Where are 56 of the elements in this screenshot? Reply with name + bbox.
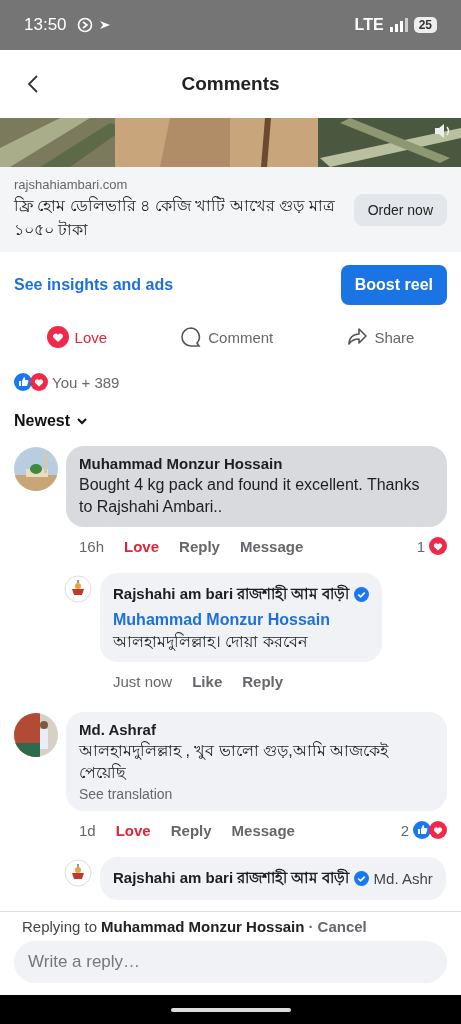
replying-to-label: Replying to (22, 918, 98, 935)
reply-input-field[interactable]: Write a reply… (14, 941, 447, 983)
love-action-button[interactable]: Love (40, 322, 114, 352)
see-translation-link[interactable]: See translation (79, 786, 434, 802)
page-title: Comments (181, 73, 280, 95)
mention-link[interactable]: Muhammad Monzur Hossain (113, 611, 369, 629)
comment-time: 1d (79, 821, 96, 839)
reply-author[interactable]: Rajshahi am bari রাজশাহী আম বাড়ী (113, 582, 349, 607)
comment-action-link[interactable]: Message (231, 821, 295, 839)
comment-author[interactable]: Md. Ashraf (79, 721, 434, 738)
mention-link[interactable]: Md. Ashr (373, 870, 433, 887)
comment-action-link[interactable]: Reply (179, 537, 220, 555)
share-action-button[interactable]: Share (340, 322, 421, 352)
reply-author[interactable]: Rajshahi am bari রাজশাহী আম বাড়ী (113, 866, 349, 891)
comment-author[interactable]: Muhammad Monzur Hossain (79, 455, 434, 472)
reply-text: আলহামদুলিল্লাহ। দোয়া করবেন (113, 631, 309, 653)
comment-icon[interactable] (180, 326, 203, 348)
like-reaction-icon (413, 821, 431, 839)
comment-action-button[interactable]: Comment (174, 322, 280, 352)
battery-indicator: 25 (413, 17, 437, 33)
reaction-count[interactable]: You + 389 (52, 373, 120, 391)
cancel-link[interactable]: · Cancel (308, 918, 367, 935)
boost-reel-button[interactable]: Boost reel (340, 265, 447, 305)
like-reaction-icon (14, 373, 32, 391)
comment-action-link[interactable]: Love (124, 537, 160, 555)
sync-icon (76, 17, 93, 33)
share-icon[interactable] (346, 326, 369, 348)
comment-text: Bought 4 kg pack and found it excellent. Thanks to Rajshahi Ambari.. (79, 475, 421, 517)
love-reaction-icon (30, 373, 48, 391)
network-label: LTE (354, 16, 384, 34)
comment-action-link[interactable]: Reply (170, 821, 212, 839)
sort-dropdown[interactable]: Newest (14, 408, 89, 434)
love-reaction-icon (429, 537, 447, 555)
comment-reaction-count: 2 (400, 821, 409, 839)
ad-headline: ফ্রি হোম ডেলিভারি ৪ কেজি খাটি আখের গুড় মাত্র ১০৫০ টাকা (14, 195, 336, 240)
order-now-button[interactable]: Order now (353, 193, 447, 226)
page-logo-icon (64, 575, 92, 603)
comment-reaction-count: 1 (416, 537, 425, 555)
comment-time: 16h (79, 537, 105, 555)
replying-to-name: Muhammad Monzur Hossain (101, 918, 305, 935)
insights-link[interactable]: See insights and ads (14, 276, 174, 294)
love-reaction-icon (429, 821, 447, 839)
reply-time: Just now (113, 672, 173, 690)
chevron-down-icon[interactable] (76, 417, 89, 425)
comment-action-link[interactable]: Love (115, 821, 151, 839)
status-time: 13:50 (24, 15, 67, 35)
signal-icon (389, 18, 408, 32)
page-logo-icon (64, 859, 92, 887)
ad-domain: rajshahiambari.com (14, 177, 129, 192)
home-indicator[interactable] (170, 1007, 291, 1012)
navigation-icon (98, 19, 111, 31)
back-icon[interactable] (27, 74, 39, 94)
comment-action-link[interactable]: Like (192, 672, 223, 690)
comment-text: আলহামদুলিল্লাহ , খুব ভালো গুড়,আমি আজকেই পেয়েছি (79, 740, 390, 783)
comment-action-link[interactable]: Reply (242, 672, 284, 690)
comment-action-link[interactable]: Message (239, 537, 304, 555)
